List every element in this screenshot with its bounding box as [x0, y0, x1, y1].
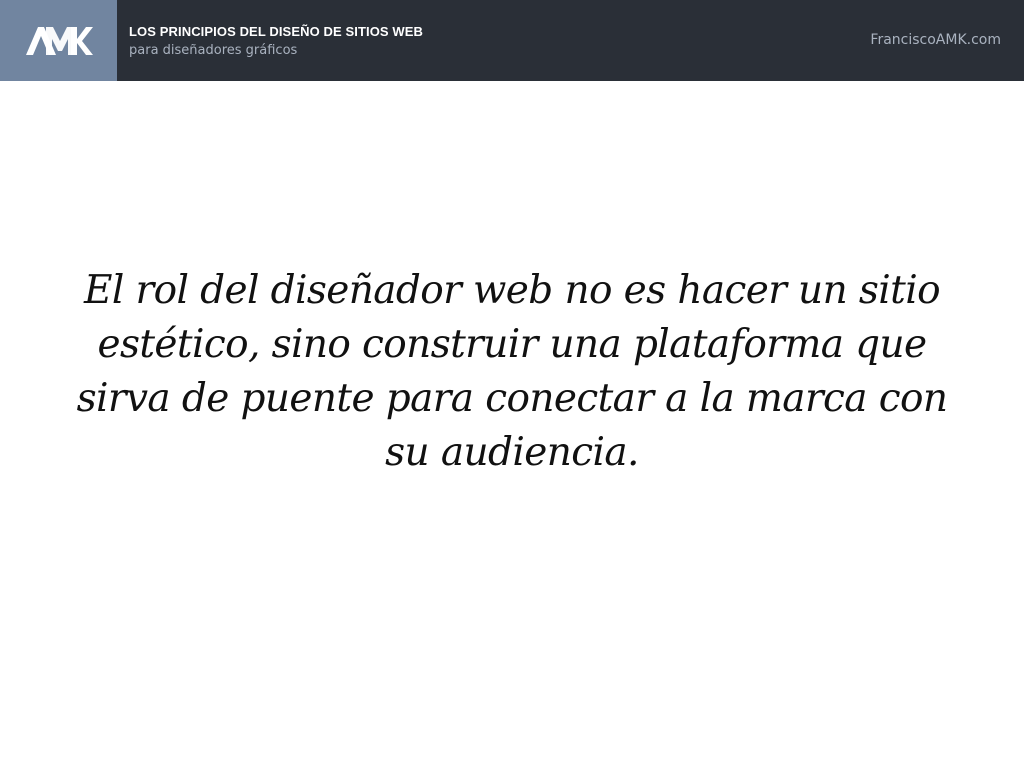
- site-link[interactable]: FranciscoAMK.com: [870, 32, 1001, 48]
- slide-header: LOS PRINCIPIOS DEL DISEÑO DE SITIOS WEB …: [0, 0, 1024, 81]
- slide-page: LOS PRINCIPIOS DEL DISEÑO DE SITIOS WEB …: [0, 0, 1024, 768]
- quote-text: El rol del diseñador web no es hacer un …: [76, 268, 948, 475]
- logo: [0, 0, 117, 81]
- amk-logo-icon: [25, 26, 93, 55]
